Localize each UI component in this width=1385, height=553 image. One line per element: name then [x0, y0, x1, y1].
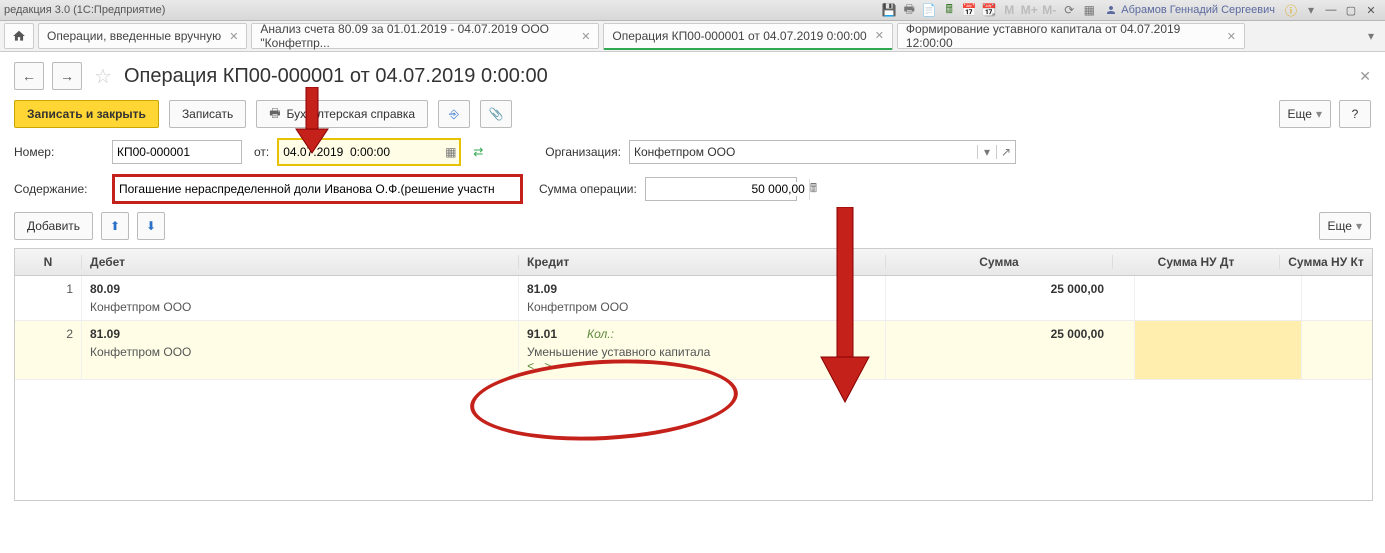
calculator-icon[interactable]: 🖩 [809, 179, 817, 200]
col-nu-dt[interactable]: Сумма НУ Дт [1113, 255, 1280, 269]
favorite-icon[interactable]: ☆ [94, 64, 112, 89]
forward-button[interactable]: → [52, 62, 82, 90]
table-more-button[interactable]: Еще ▾ [1319, 212, 1371, 240]
credit-extra: <...> [527, 359, 877, 373]
back-button[interactable]: ← [14, 62, 44, 90]
toolbar-icon-box[interactable]: ▦ [1081, 2, 1097, 18]
row-sum: 25 000,00 [886, 321, 1135, 379]
app-title: редакция 3.0 (1С:Предприятие) [4, 4, 165, 16]
credit-quantity-label: Кол.: [587, 327, 614, 341]
table-row[interactable]: 2 81.09 Конфетпром ООО 91.01Кол.: Уменьш… [15, 321, 1372, 380]
sum-field-wrap: 🖩 [645, 177, 797, 201]
debit-subconto: Конфетпром ООО [90, 300, 510, 314]
tab-analysis[interactable]: Анализ счета 80.09 за 01.01.2019 - 04.07… [251, 23, 599, 49]
toolbar-icon-calendar[interactable]: 📅 [961, 2, 977, 18]
org-label: Организация: [545, 145, 621, 159]
maximize-icon[interactable]: ▢ [1341, 2, 1361, 18]
tab-capital[interactable]: Формирование уставного капитала от 04.07… [897, 23, 1245, 49]
entries-table: N Дебет Кредит Сумма Сумма НУ Дт Сумма Н… [14, 248, 1373, 501]
col-credit[interactable]: Кредит [519, 255, 886, 269]
date-label: от: [254, 145, 269, 159]
chevron-down-icon[interactable]: ▾ [977, 145, 996, 159]
paperclip-icon: 📎 [489, 107, 504, 121]
open-icon[interactable]: ↗ [996, 145, 1015, 159]
page-title: Операция КП00-000001 от 04.07.2019 0:00:… [124, 65, 548, 88]
table-row[interactable]: 1 80.09 Конфетпром ООО 81.09 Конфетпром … [15, 276, 1372, 321]
home-tab[interactable] [4, 23, 34, 49]
user-name: Абрамов Геннадий Сергеевич [1121, 4, 1275, 16]
tab-close-icon[interactable]: ✕ [875, 29, 884, 42]
tab-operation-current[interactable]: Операция КП00-000001 от 04.07.2019 0:00:… [603, 23, 893, 50]
debit-subconto: Конфетпром ООО [90, 345, 510, 359]
sum-input[interactable] [646, 182, 809, 196]
chevron-down-icon: ▾ [1356, 219, 1362, 233]
desc-input[interactable] [115, 179, 520, 199]
toolbar-icon-save[interactable]: 💾 [881, 2, 897, 18]
credit-subconto: Уменьшение уставного капитала [527, 345, 877, 359]
desc-label: Содержание: [14, 182, 104, 196]
title-bar: редакция 3.0 (1С:Предприятие) 💾 🖶 📄 🖩 📅 … [0, 0, 1385, 21]
org-select[interactable]: Конфетпром ООО ▾ ↗ [629, 140, 1016, 164]
toolbar-mplus-icon[interactable]: M+ [1021, 2, 1037, 18]
credit-account: 81.09 [527, 282, 877, 296]
chevron-down-icon: ▾ [1316, 107, 1322, 121]
tab-bar: Операции, введенные вручную✕ Анализ счет… [0, 21, 1385, 52]
number-input[interactable] [112, 140, 242, 164]
accounting-report-button[interactable]: 🖶 Бухгалтерская справка [256, 100, 428, 128]
org-value: Конфетпром ООО [630, 145, 977, 159]
tab-close-icon[interactable]: ✕ [581, 30, 590, 43]
tabbar-menu-icon[interactable]: ▾ [1363, 28, 1379, 44]
credit-account: 91.01 [527, 327, 557, 341]
desc-field-wrap [112, 174, 523, 204]
toolbar-icon-print[interactable]: 🖶 [901, 2, 917, 18]
col-debit[interactable]: Дебет [82, 255, 519, 269]
help-button[interactable]: ? [1339, 100, 1371, 128]
toolbar-icon-calc[interactable]: 🖩 [941, 2, 957, 18]
date-input[interactable] [279, 142, 442, 162]
toolbar-m-icon[interactable]: M [1001, 2, 1017, 18]
close-icon[interactable]: ✕ [1361, 2, 1381, 18]
credit-subconto: Конфетпром ООО [527, 300, 877, 314]
nu-dt-cell[interactable] [1135, 321, 1302, 379]
debit-account: 81.09 [90, 327, 510, 341]
calendar-icon[interactable]: ▦ [442, 145, 459, 159]
col-n[interactable]: N [15, 255, 82, 269]
tree-button[interactable]: ⎆ [438, 100, 470, 128]
date-field-wrap: ▦ [277, 138, 461, 166]
toolbar-icon-date[interactable]: 📆 [981, 2, 997, 18]
save-button[interactable]: Записать [169, 100, 246, 128]
tab-close-icon[interactable]: ✕ [1227, 30, 1236, 43]
tab-operations[interactable]: Операции, введенные вручную✕ [38, 23, 247, 49]
table-header: N Дебет Кредит Сумма Сумма НУ Дт Сумма Н… [15, 249, 1372, 276]
col-sum[interactable]: Сумма [886, 255, 1113, 269]
attach-button[interactable]: 📎 [480, 100, 512, 128]
toolbar-icon-refresh[interactable]: ⟳ [1061, 2, 1077, 18]
table-empty-area [15, 380, 1372, 500]
content-area: ← → ☆ Операция КП00-000001 от 04.07.2019… [0, 52, 1385, 511]
tree-icon: ⎆ [449, 107, 459, 122]
number-label: Номер: [14, 145, 104, 159]
add-button[interactable]: Добавить [14, 212, 93, 240]
debit-account: 80.09 [90, 282, 510, 296]
col-nu-kt[interactable]: Сумма НУ Кт [1280, 255, 1372, 269]
sum-label: Сумма операции: [539, 182, 637, 196]
date-link-icon[interactable]: ⇄ [469, 141, 487, 163]
move-up-button[interactable]: ⬆ [101, 212, 129, 240]
tab-close-icon[interactable]: ✕ [229, 30, 238, 43]
info-icon[interactable]: ⓘ [1283, 2, 1299, 18]
save-and-close-button[interactable]: Записать и закрыть [14, 100, 159, 128]
user-badge[interactable]: Абрамов Геннадий Сергеевич [1099, 4, 1281, 16]
row-sum: 25 000,00 [886, 276, 1135, 320]
user-icon [1105, 4, 1117, 16]
dropdown-icon[interactable]: ▾ [1303, 2, 1319, 18]
printer-icon: 🖶 [269, 104, 280, 125]
home-icon [12, 29, 26, 43]
page-close-icon[interactable]: ✕ [1359, 68, 1371, 85]
toolbar-icon-doc[interactable]: 📄 [921, 2, 937, 18]
minimize-icon[interactable]: — [1321, 2, 1341, 18]
more-button[interactable]: Еще ▾ [1279, 100, 1331, 128]
toolbar-mminus-icon[interactable]: M- [1041, 2, 1057, 18]
move-down-button[interactable]: ⬇ [137, 212, 165, 240]
